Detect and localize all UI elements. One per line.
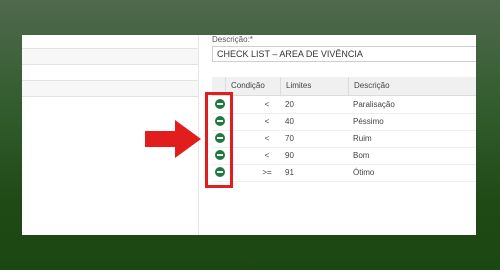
cell-description: Ruim <box>353 134 372 143</box>
cell-limit: 40 <box>285 117 294 126</box>
grid-header: Condição Limites Descrição <box>212 77 476 96</box>
table-row[interactable]: < 40 Péssimo <box>212 113 476 131</box>
cell-description: Ótimo <box>353 168 375 177</box>
cell-limit: 20 <box>285 100 294 109</box>
table-row[interactable]: < 20 Paralisação <box>212 96 476 114</box>
header-condicao[interactable]: Condição <box>225 77 285 95</box>
cell-limit: 70 <box>285 134 294 143</box>
description-field[interactable]: CHECK LIST – AREA DE VIVÊNCIA <box>212 46 476 62</box>
left-panel-divider <box>22 96 198 97</box>
left-panel-divider <box>22 64 198 65</box>
highlight-box <box>205 92 233 188</box>
table-row[interactable]: < 90 Bom <box>212 147 476 165</box>
left-panel-band <box>22 81 198 96</box>
table-row[interactable]: >= 91 Ótimo <box>212 164 476 182</box>
header-limites[interactable]: Limites <box>280 77 348 95</box>
cell-description: Péssimo <box>353 117 384 126</box>
cell-description: Bom <box>353 151 370 160</box>
cell-limit: 91 <box>285 168 294 177</box>
table-row[interactable]: < 70 Ruim <box>212 130 476 148</box>
description-label: Descrição:* <box>212 35 253 44</box>
cell-condition: < <box>264 151 270 160</box>
cell-condition: >= <box>262 168 272 177</box>
cell-condition: < <box>264 117 270 126</box>
header-descricao[interactable]: Descrição <box>348 77 476 95</box>
left-panel-band <box>22 49 198 64</box>
cell-description: Paralisação <box>353 100 395 109</box>
app-screen: Descrição:* CHECK LIST – AREA DE VIVÊNCI… <box>22 35 476 235</box>
cell-limit: 90 <box>285 151 294 160</box>
cell-condition: < <box>264 134 270 143</box>
arrow-right-icon <box>145 120 201 158</box>
cell-condition: < <box>264 100 270 109</box>
